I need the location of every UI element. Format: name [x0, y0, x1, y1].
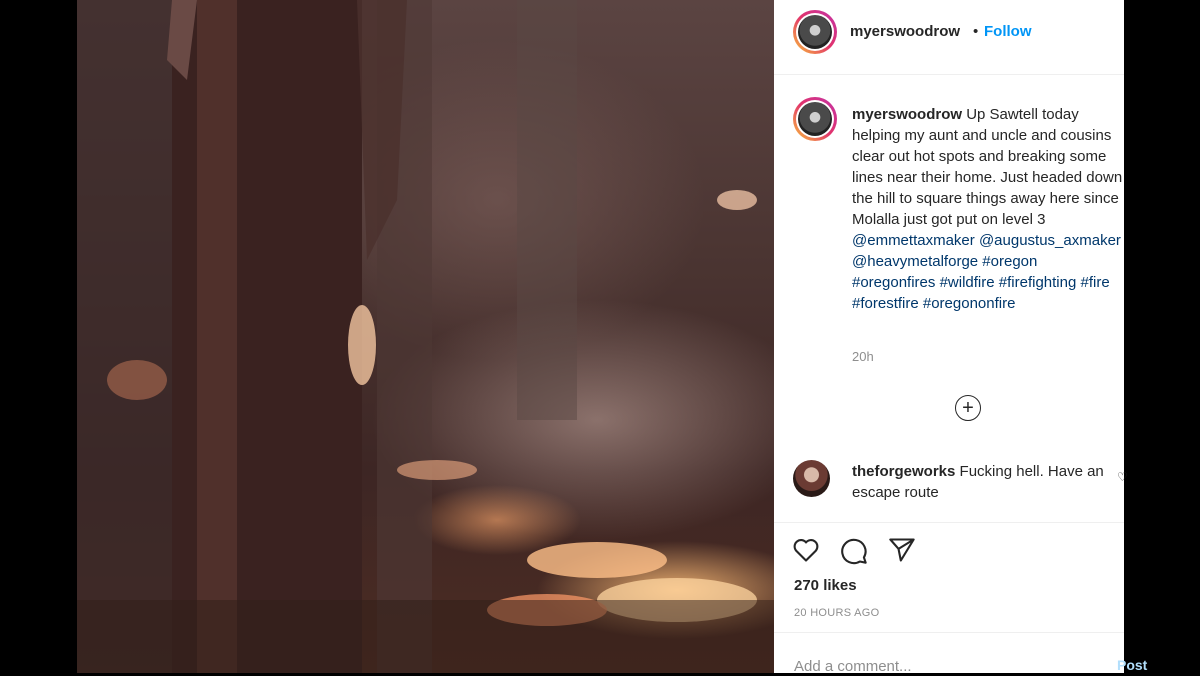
- caption-mention[interactable]: @heavymetalforge: [852, 253, 978, 270]
- post-timestamp[interactable]: 20 HOURS AGO: [794, 607, 880, 619]
- commenter-avatar[interactable]: [793, 460, 830, 497]
- post-media[interactable]: ›: [77, 0, 774, 673]
- post-side-panel: myerswoodrow • Follow myerswoodrow Up Sa…: [774, 0, 1147, 676]
- author-username[interactable]: myerswoodrow: [850, 23, 960, 40]
- post-caption: myerswoodrow Up Sawtell today helping my…: [852, 104, 1124, 314]
- like-count[interactable]: 270 likes: [794, 577, 857, 594]
- speech-bubble-icon[interactable]: [840, 537, 868, 565]
- follow-button[interactable]: Follow: [984, 23, 1032, 40]
- comment-input[interactable]: [792, 657, 1096, 676]
- caption-hashtag[interactable]: #wildfire: [940, 274, 995, 291]
- caption-timestamp[interactable]: 20h: [852, 349, 874, 364]
- forest-fire-image: [77, 0, 774, 673]
- comment-item: theforgeworks Fucking hell. Have an esca…: [852, 461, 1112, 503]
- caption-text: Up Sawtell today helping my aunt and unc…: [852, 106, 1123, 228]
- plus-circle-icon: +: [962, 397, 974, 419]
- load-more-comments-button[interactable]: +: [955, 395, 981, 421]
- caption-hashtag[interactable]: #forestfire: [852, 295, 919, 312]
- heart-icon[interactable]: [792, 537, 820, 563]
- caption-mention[interactable]: @augustus_axmaker: [979, 232, 1121, 249]
- caption-mention[interactable]: @emmettaxmaker: [852, 232, 975, 249]
- post-comment-button[interactable]: Post: [1117, 657, 1147, 673]
- caption-hashtag[interactable]: #oregon: [982, 253, 1037, 270]
- separator-dot: •: [973, 23, 979, 40]
- caption-hashtag[interactable]: #oregononfire: [923, 295, 1016, 312]
- comment-username[interactable]: theforgeworks: [852, 463, 955, 480]
- small-heart-icon[interactable]: ♡: [1117, 470, 1128, 484]
- caption-hashtag[interactable]: #firefighting: [999, 274, 1077, 291]
- author-avatar[interactable]: [793, 10, 837, 54]
- caption-hashtag[interactable]: #oregonfires: [852, 274, 935, 291]
- caption-username[interactable]: myerswoodrow: [852, 106, 962, 123]
- paper-plane-icon[interactable]: [888, 537, 916, 563]
- add-comment-bar: Post: [774, 632, 1147, 676]
- caption-hashtag[interactable]: #fire: [1081, 274, 1110, 291]
- post-header: myerswoodrow • Follow: [774, 0, 1124, 75]
- caption-avatar[interactable]: [793, 97, 837, 141]
